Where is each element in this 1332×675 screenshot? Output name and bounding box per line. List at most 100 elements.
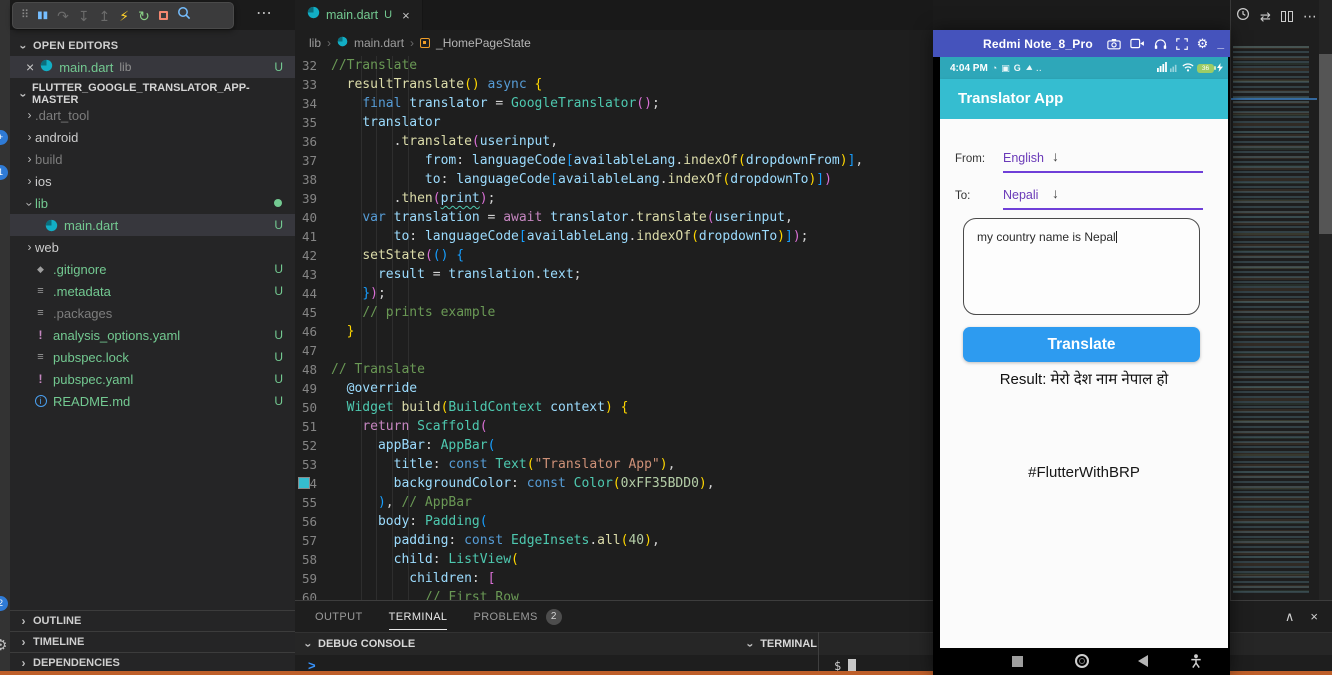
code-line: 53 title: const Text("Translator App"), bbox=[295, 455, 933, 474]
open-editor-item[interactable]: × main.dart lib U bbox=[10, 56, 295, 78]
line-number: 51 bbox=[301, 419, 317, 434]
tree-item-web[interactable]: › web bbox=[10, 236, 295, 258]
pause-icon[interactable]: ▮▮ bbox=[37, 10, 48, 21]
breadcrumb-file[interactable]: main.dart bbox=[354, 36, 404, 50]
code-line: 34 final translator = GoogleTranslator()… bbox=[295, 94, 933, 113]
settings-gear-icon[interactable]: ⚙ bbox=[0, 636, 7, 654]
timeline-section[interactable]: › TIMELINE bbox=[10, 631, 295, 652]
tree-item--packages[interactable]: ≡ .packages bbox=[10, 302, 295, 324]
tree-item-ios[interactable]: › ios bbox=[10, 170, 295, 192]
back-icon[interactable] bbox=[1138, 655, 1148, 667]
dependencies-section[interactable]: › DEPENDENCIES bbox=[10, 652, 295, 673]
stop-icon[interactable] bbox=[158, 11, 168, 20]
tree-item-label: lib bbox=[35, 195, 49, 211]
minimap-viewport-line bbox=[1231, 98, 1317, 100]
tree-item-main-dart[interactable]: main.dart U bbox=[10, 214, 295, 236]
activity-bar[interactable]: + 1 2 ⚙ bbox=[0, 0, 10, 675]
tree-item-pubspec-lock[interactable]: ≡ pubspec.lock U bbox=[10, 346, 295, 368]
scrcpy-window[interactable]: Redmi Note_8_Pro ⚙ _ 4:04 PM ◔ ▣ G ◀ ‥ 3… bbox=[933, 30, 1230, 675]
widget-inspector-icon[interactable] bbox=[177, 6, 191, 25]
explorer-sidebar[interactable]: › OPEN EDITORS × main.dart lib U › FLUTT… bbox=[10, 30, 295, 675]
tree-item-pubspec-yaml[interactable]: ! pubspec.yaml U bbox=[10, 368, 295, 390]
line-number: 35 bbox=[301, 115, 317, 130]
screenshot-camera-icon[interactable] bbox=[1106, 38, 1121, 50]
tree-item-build[interactable]: › build bbox=[10, 148, 295, 170]
translate-input[interactable]: my country name is Nepal bbox=[963, 218, 1200, 315]
tree-item-readme-md[interactable]: i README.md U bbox=[10, 390, 295, 412]
fullscreen-icon[interactable] bbox=[1175, 37, 1188, 50]
screen-record-icon[interactable] bbox=[1129, 38, 1145, 49]
translate-button[interactable]: Translate bbox=[963, 327, 1200, 362]
tab-problems[interactable]: PROBLEMS 2 bbox=[473, 601, 562, 631]
to-dropdown[interactable]: Nepali bbox=[1003, 188, 1038, 202]
outline-section[interactable]: › OUTLINE bbox=[10, 610, 295, 631]
line-number: 40 bbox=[301, 210, 317, 225]
color-preview-swatch[interactable] bbox=[298, 477, 310, 489]
line-number: 59 bbox=[301, 571, 317, 586]
phone-screen[interactable]: 4:04 PM ◔ ▣ G ◀ ‥ 36 Translator App From… bbox=[940, 57, 1228, 675]
debug-toolbar[interactable]: ⠿ ▮▮ ↷ ↧ ↥ ⚡ ↻ bbox=[12, 2, 234, 29]
code-line: 44 }); bbox=[295, 284, 933, 303]
tree-item-label: android bbox=[35, 129, 79, 145]
recents-icon[interactable] bbox=[1012, 656, 1023, 667]
git-status-badge: U bbox=[274, 394, 283, 408]
more-actions-icon[interactable]: ⋯ bbox=[256, 3, 272, 23]
line-number: 41 bbox=[301, 229, 317, 244]
git-status-badge: U bbox=[274, 60, 283, 74]
dropdown-arrow-icon[interactable]: ↓ bbox=[1052, 185, 1059, 201]
split-editor-icon[interactable] bbox=[1280, 11, 1293, 22]
compare-changes-icon[interactable]: ⇄ bbox=[1260, 9, 1271, 25]
tree-item-android[interactable]: › android bbox=[10, 126, 295, 148]
android-nav-bar[interactable] bbox=[940, 648, 1228, 675]
restart-icon[interactable]: ↻ bbox=[138, 9, 150, 23]
to-label: To: bbox=[955, 190, 971, 202]
tree-item-analysis-options-yaml[interactable]: ! analysis_options.yaml U bbox=[10, 324, 295, 346]
breadcrumb-lib[interactable]: lib bbox=[309, 36, 321, 50]
accessibility-icon[interactable] bbox=[1190, 654, 1202, 673]
terminal-header[interactable]: › TERMINAL bbox=[744, 637, 817, 651]
code-line: 49 @override bbox=[295, 379, 933, 398]
home-icon[interactable] bbox=[1075, 654, 1089, 668]
code-line: 60 // First Row bbox=[295, 588, 933, 600]
breadcrumb-symbol[interactable]: _HomePageState bbox=[436, 36, 531, 50]
tab-output[interactable]: OUTPUT bbox=[315, 603, 363, 629]
project-root-header[interactable]: › FLUTTER_GOOGLE_TRANSLATOR_APP-MASTER bbox=[10, 82, 295, 106]
tree-item--dart-tool[interactable]: › .dart_tool bbox=[10, 104, 295, 126]
drag-handle-icon[interactable]: ⠿ bbox=[21, 10, 29, 21]
settings-gear-icon[interactable]: ⚙ bbox=[1197, 36, 1209, 52]
file-tree[interactable]: › .dart_tool › android › build › ios › lib main.da… bbox=[10, 104, 295, 412]
tree-item--gitignore[interactable]: ◆ .gitignore U bbox=[10, 258, 295, 280]
scrollbar-thumb[interactable] bbox=[1319, 54, 1332, 234]
status-time: 4:04 PM bbox=[950, 62, 988, 74]
open-editors-header[interactable]: › OPEN EDITORS bbox=[10, 36, 295, 56]
debug-console-header[interactable]: › DEBUG CONSOLE bbox=[302, 637, 416, 651]
line-number: 53 bbox=[301, 457, 317, 472]
panel-split-divider[interactable] bbox=[818, 632, 819, 675]
breadcrumb[interactable]: lib › main.dart › _HomePageState bbox=[295, 30, 933, 56]
tree-item--metadata[interactable]: ≡ .metadata U bbox=[10, 280, 295, 302]
signal2-icon bbox=[1170, 59, 1179, 77]
code-line: 51 return Scaffold( bbox=[295, 417, 933, 436]
tab-main-dart[interactable]: main.dart U × bbox=[295, 0, 423, 30]
dart-file-icon bbox=[307, 6, 320, 24]
from-dropdown[interactable]: English bbox=[1003, 151, 1044, 165]
tab-terminal[interactable]: TERMINAL bbox=[388, 603, 448, 630]
more-actions-icon[interactable]: ⋯ bbox=[1303, 8, 1317, 25]
hashtag-text: #FlutterWithBRP bbox=[1028, 464, 1140, 481]
maximize-panel-icon[interactable]: ∧ bbox=[1285, 609, 1295, 625]
minimize-icon[interactable]: _ bbox=[1217, 37, 1224, 49]
dropdown-arrow-icon[interactable]: ↓ bbox=[1052, 148, 1059, 164]
scrcpy-titlebar[interactable]: Redmi Note_8_Pro ⚙ _ bbox=[933, 30, 1230, 57]
tree-item-lib[interactable]: › lib bbox=[10, 192, 295, 214]
hot-reload-icon[interactable]: ⚡ bbox=[119, 9, 129, 23]
app-title: Translator App bbox=[958, 90, 1064, 107]
code-editor[interactable]: 32//Translate 33 resultTranslate() async … bbox=[295, 56, 933, 600]
line-number: 36 bbox=[301, 134, 317, 149]
editor-tab-bar[interactable]: main.dart U × bbox=[295, 0, 933, 30]
close-panel-icon[interactable]: × bbox=[1310, 609, 1318, 625]
close-icon[interactable]: × bbox=[402, 8, 410, 23]
audio-headset-icon[interactable] bbox=[1154, 38, 1167, 50]
minimap[interactable] bbox=[1233, 46, 1309, 596]
history-icon[interactable] bbox=[1236, 7, 1250, 26]
close-icon[interactable]: × bbox=[26, 59, 34, 75]
